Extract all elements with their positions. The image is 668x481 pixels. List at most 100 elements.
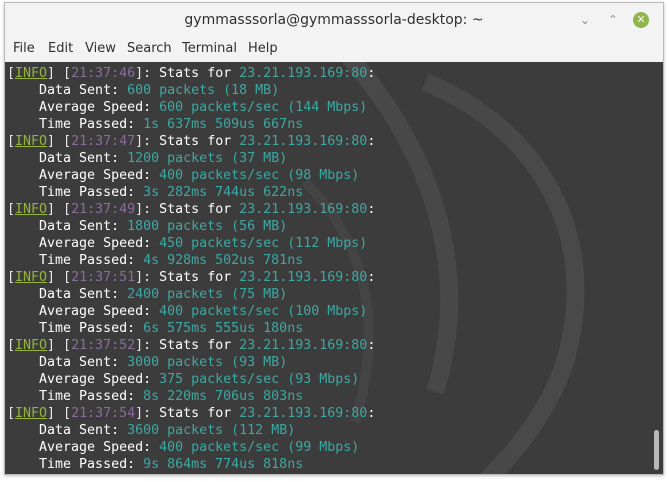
data-sent-line: Data Sent: 1200 packets (37 MB) xyxy=(7,150,375,167)
menu-file[interactable]: File xyxy=(13,41,35,56)
minimize-button[interactable]: ⌄ xyxy=(577,12,593,28)
bracket: [ xyxy=(7,134,16,149)
target-ip: 23.21.193.169:80 xyxy=(239,406,368,421)
menu-bar: File Edit View Search Terminal Help xyxy=(5,37,663,61)
average-speed-value: 600 packets/sec (144 Mbps) xyxy=(159,100,368,115)
time-passed-line: Time Passed: 3s 282ms 744us 622ns xyxy=(7,184,375,201)
data-sent-line: Data Sent: 600 packets (18 MB) xyxy=(7,82,375,99)
average-speed-value: 450 packets/sec (112 Mbps) xyxy=(159,236,368,251)
bracket: ] [ xyxy=(47,66,72,81)
menu-help[interactable]: Help xyxy=(248,41,278,56)
average-speed-label: Average Speed: xyxy=(7,304,160,319)
average-speed-label: Average Speed: xyxy=(7,168,160,183)
menu-edit[interactable]: Edit xyxy=(48,41,73,56)
time-passed-value: 6s 575ms 555us 180ns xyxy=(143,321,304,336)
data-sent-value: 3000 packets (93 MB) xyxy=(127,355,288,370)
log-header-line: [INFO] [21:37:47]: Stats for 23.21.193.1… xyxy=(7,133,375,150)
average-speed-line: Average Speed: 400 packets/sec (98 Mbps) xyxy=(7,167,375,184)
log-timestamp: 21:37:51 xyxy=(71,270,136,285)
colon: : xyxy=(367,338,376,353)
menu-search[interactable]: Search xyxy=(127,41,172,56)
average-speed-value: 400 packets/sec (100 Mbps) xyxy=(159,304,368,319)
time-passed-label: Time Passed: xyxy=(7,321,144,336)
log-timestamp: 21:37:46 xyxy=(71,66,136,81)
average-speed-line: Average Speed: 400 packets/sec (100 Mbps… xyxy=(7,303,375,320)
time-passed-line: Time Passed: 8s 220ms 706us 803ns xyxy=(7,388,375,405)
data-sent-value: 1200 packets (37 MB) xyxy=(127,151,288,166)
output-lines: [INFO] [21:37:46]: Stats for 23.21.193.1… xyxy=(7,65,375,473)
log-level: INFO xyxy=(15,202,48,217)
log-header-line: [INFO] [21:37:51]: Stats for 23.21.193.1… xyxy=(7,269,375,286)
stats-label: Stats for xyxy=(159,134,240,149)
data-sent-value: 3600 packets (112 MB) xyxy=(127,423,296,438)
average-speed-label: Average Speed: xyxy=(7,236,160,251)
colon: : xyxy=(367,134,376,149)
log-level: INFO xyxy=(15,66,48,81)
title-bar[interactable]: gymmasssorla@gymmasssorla-desktop: ~ ⌄ ⌃… xyxy=(5,3,663,37)
average-speed-line: Average Speed: 400 packets/sec (99 Mbps) xyxy=(7,439,375,456)
bracket: [ xyxy=(7,202,16,217)
bracket: ] [ xyxy=(47,338,72,353)
data-sent-label: Data Sent: xyxy=(7,219,128,234)
average-speed-value: 400 packets/sec (98 Mbps) xyxy=(159,168,360,183)
target-ip: 23.21.193.169:80 xyxy=(239,338,368,353)
bracket: ] [ xyxy=(47,134,72,149)
scrollbar[interactable] xyxy=(653,66,659,470)
data-sent-value: 600 packets (18 MB) xyxy=(127,83,280,98)
data-sent-line: Data Sent: 1800 packets (56 MB) xyxy=(7,218,375,235)
log-header-line: [INFO] [21:37:46]: Stats for 23.21.193.1… xyxy=(7,65,375,82)
stats-label: Stats for xyxy=(159,406,240,421)
scrollbar-thumb[interactable] xyxy=(654,430,659,470)
log-level: INFO xyxy=(15,134,48,149)
average-speed-label: Average Speed: xyxy=(7,440,160,455)
bracket: [ xyxy=(7,66,16,81)
data-sent-label: Data Sent: xyxy=(7,423,128,438)
average-speed-value: 400 packets/sec (99 Mbps) xyxy=(159,440,360,455)
target-ip: 23.21.193.169:80 xyxy=(239,66,368,81)
stats-label: Stats for xyxy=(159,270,240,285)
time-passed-value: 8s 220ms 706us 803ns xyxy=(143,389,304,404)
average-speed-value: 375 packets/sec (93 Mbps) xyxy=(159,372,360,387)
time-passed-value: 4s 928ms 502us 781ns xyxy=(143,253,304,268)
bracket: ]: xyxy=(135,202,160,217)
target-ip: 23.21.193.169:80 xyxy=(239,202,368,217)
data-sent-label: Data Sent: xyxy=(7,151,128,166)
data-sent-value: 2400 packets (75 MB) xyxy=(127,287,288,302)
data-sent-line: Data Sent: 2400 packets (75 MB) xyxy=(7,286,375,303)
log-timestamp: 21:37:49 xyxy=(71,202,136,217)
log-level: INFO xyxy=(15,406,48,421)
log-level: INFO xyxy=(15,338,48,353)
bracket: [ xyxy=(7,338,16,353)
log-header-line: [INFO] [21:37:52]: Stats for 23.21.193.1… xyxy=(7,337,375,354)
menu-view[interactable]: View xyxy=(85,41,116,56)
time-passed-label: Time Passed: xyxy=(7,185,144,200)
time-passed-line: Time Passed: 1s 637ms 509us 667ns xyxy=(7,116,375,133)
time-passed-line: Time Passed: 6s 575ms 555us 180ns xyxy=(7,320,375,337)
menu-terminal[interactable]: Terminal xyxy=(182,41,237,56)
time-passed-value: 1s 637ms 509us 667ns xyxy=(143,117,304,132)
maximize-button[interactable]: ⌃ xyxy=(605,12,621,28)
colon: : xyxy=(367,270,376,285)
log-timestamp: 21:37:54 xyxy=(71,406,136,421)
data-sent-label: Data Sent: xyxy=(7,355,128,370)
target-ip: 23.21.193.169:80 xyxy=(239,270,368,285)
time-passed-label: Time Passed: xyxy=(7,457,144,472)
stats-label: Stats for xyxy=(159,338,240,353)
average-speed-line: Average Speed: 375 packets/sec (93 Mbps) xyxy=(7,371,375,388)
log-header-line: [INFO] [21:37:49]: Stats for 23.21.193.1… xyxy=(7,201,375,218)
average-speed-line: Average Speed: 450 packets/sec (112 Mbps… xyxy=(7,235,375,252)
terminal-output[interactable]: [INFO] [21:37:46]: Stats for 23.21.193.1… xyxy=(5,62,663,474)
data-sent-line: Data Sent: 3000 packets (93 MB) xyxy=(7,354,375,371)
target-ip: 23.21.193.169:80 xyxy=(239,134,368,149)
data-sent-label: Data Sent: xyxy=(7,83,128,98)
bracket: ] [ xyxy=(47,406,72,421)
colon: : xyxy=(367,202,376,217)
time-passed-value: 3s 282ms 744us 622ns xyxy=(143,185,304,200)
log-timestamp: 21:37:52 xyxy=(71,338,136,353)
terminal-window: gymmasssorla@gymmasssorla-desktop: ~ ⌄ ⌃… xyxy=(4,2,664,475)
close-button[interactable]: ✕ xyxy=(633,12,649,28)
time-passed-label: Time Passed: xyxy=(7,389,144,404)
stats-label: Stats for xyxy=(159,202,240,217)
window-title: gymmasssorla@gymmasssorla-desktop: ~ xyxy=(184,12,484,28)
time-passed-line: Time Passed: 4s 928ms 502us 781ns xyxy=(7,252,375,269)
